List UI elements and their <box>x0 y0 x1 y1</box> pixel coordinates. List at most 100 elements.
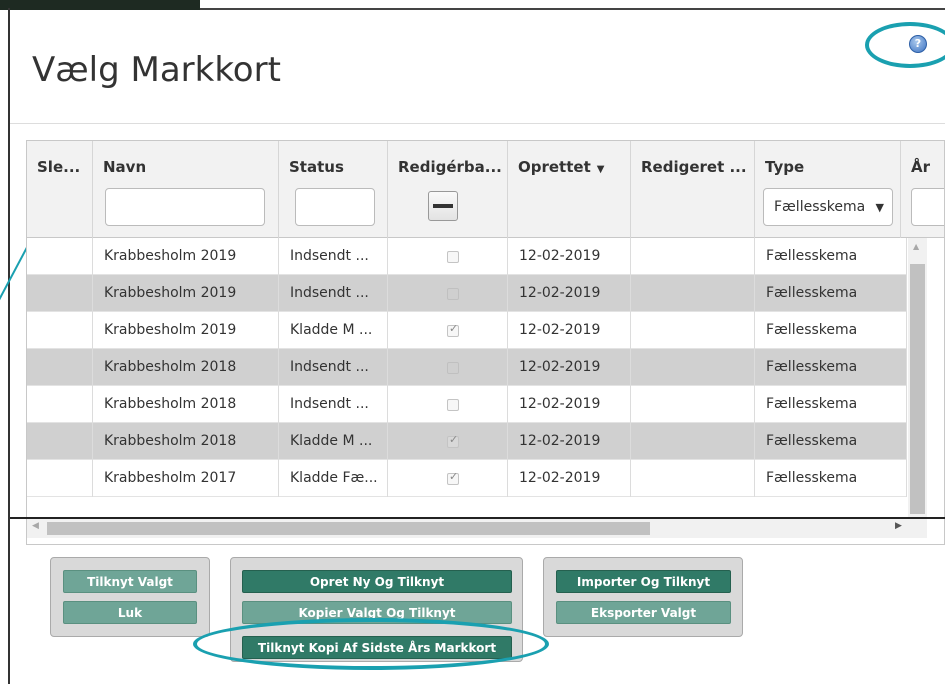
opret-ny-button[interactable]: Opret Ny Og Tilknyt <box>242 570 512 593</box>
redigerbar-cell <box>388 349 508 386</box>
status-cell: Indsendt ... <box>279 386 388 423</box>
status-cell: Indsendt ... <box>279 275 388 312</box>
oprettet-cell: 12-02-2019 <box>508 460 631 497</box>
oprettet-cell: 12-02-2019 <box>508 312 631 349</box>
oprettet-cell: 12-02-2019 <box>508 349 631 386</box>
navn-cell: Krabbesholm 2019 <box>93 275 279 312</box>
table-row[interactable]: Krabbesholm 2018 Indsendt ... 12-02-2019… <box>27 349 907 386</box>
column-header-redigerbar[interactable]: Redigérba... <box>388 141 508 238</box>
eksporter-button[interactable]: Eksporter Valgt <box>556 601 731 624</box>
status-cell: Kladde Fæ... <box>279 460 388 497</box>
redigerbar-checkbox[interactable] <box>447 470 459 485</box>
navn-cell: Krabbesholm 2018 <box>93 423 279 460</box>
table-row[interactable]: Krabbesholm 2018 Indsendt ... 12-02-2019… <box>27 386 907 423</box>
navn-cell: Krabbesholm 2018 <box>93 349 279 386</box>
redigeret-cell <box>631 312 755 349</box>
column-header-type[interactable]: Type Fællesskema ▼ <box>755 141 901 238</box>
luk-button[interactable]: Luk <box>63 601 197 624</box>
redigeret-cell <box>631 349 755 386</box>
button-group-right: Importer Og Tilknyt Eksporter Valgt <box>543 557 743 637</box>
redigerbar-cell <box>388 238 508 275</box>
slet-cell[interactable] <box>27 386 93 423</box>
navn-cell: Krabbesholm 2019 <box>93 238 279 275</box>
oprettet-cell: 12-02-2019 <box>508 238 631 275</box>
button-group-left: Tilknyt Valgt Luk <box>50 557 210 637</box>
redigerbar-checkbox[interactable] <box>447 251 459 263</box>
table-row[interactable]: Krabbesholm 2018 Kladde M ... 12-02-2019… <box>27 423 907 460</box>
slet-cell[interactable] <box>27 423 93 460</box>
scroll-left-icon[interactable]: ◀ <box>32 521 39 531</box>
redigerbar-checkbox[interactable] <box>447 399 459 411</box>
type-cell: Fællesskema <box>755 386 907 423</box>
redigerbar-cell <box>388 423 508 460</box>
status-filter-input[interactable] <box>295 188 375 226</box>
type-cell: Fællesskema <box>755 423 907 460</box>
redigerbar-cell <box>388 460 508 497</box>
column-header-status[interactable]: Status <box>279 141 388 238</box>
status-cell: Indsendt ... <box>279 238 388 275</box>
slet-cell[interactable] <box>27 312 93 349</box>
navn-filter-input[interactable] <box>105 188 265 226</box>
navn-cell: Krabbesholm 2018 <box>93 386 279 423</box>
oprettet-cell: 12-02-2019 <box>508 386 631 423</box>
redigeret-cell <box>631 423 755 460</box>
slet-cell[interactable] <box>27 238 93 275</box>
scroll-right-icon[interactable]: ▶ <box>895 521 902 531</box>
vertical-scrollbar[interactable]: ▲ <box>908 238 927 518</box>
column-header-aar[interactable]: År <box>901 141 944 238</box>
type-filter-value: Fællesskema <box>774 199 866 215</box>
type-cell: Fællesskema <box>755 460 907 497</box>
table-row[interactable]: Krabbesholm 2019 Indsendt ... 12-02-2019… <box>27 275 907 312</box>
column-label: Navn <box>103 158 147 176</box>
scroll-up-icon[interactable]: ▲ <box>913 242 919 251</box>
window-top-border <box>200 8 945 10</box>
horizontal-scrollbar[interactable]: ◀ ▶ <box>27 519 927 538</box>
slet-cell[interactable] <box>27 460 93 497</box>
type-cell: Fællesskema <box>755 275 907 312</box>
navn-cell: Krabbesholm 2019 <box>93 312 279 349</box>
importer-button[interactable]: Importer Og Tilknyt <box>556 570 731 593</box>
table-row[interactable]: Krabbesholm 2019 Kladde M ... 12-02-2019… <box>27 312 907 349</box>
oprettet-cell: 12-02-2019 <box>508 423 631 460</box>
slet-cell[interactable] <box>27 275 93 312</box>
oprettet-cell: 12-02-2019 <box>508 275 631 312</box>
aar-filter-input[interactable] <box>911 188 944 226</box>
redigeret-cell <box>631 460 755 497</box>
column-label: Status <box>289 158 344 176</box>
status-cell: Kladde M ... <box>279 312 388 349</box>
table-row[interactable]: Krabbesholm 2017 Kladde Fæ... 12-02-2019… <box>27 460 907 497</box>
redigerbar-checkbox[interactable] <box>447 362 459 374</box>
column-label: Sle... <box>37 158 81 176</box>
redigerbar-cell <box>388 312 508 349</box>
grid-header: Sle... Navn Status Redigérba... Oprettet… <box>27 141 944 238</box>
sort-desc-icon[interactable]: ▼ <box>597 164 605 175</box>
type-cell: Fællesskema <box>755 238 907 275</box>
tilknyt-kopi-highlight-ring <box>193 618 549 670</box>
column-header-redigeret[interactable]: Redigeret ... <box>631 141 755 238</box>
vertical-scroll-thumb[interactable] <box>910 264 925 514</box>
dialog-title: Vælg Markkort <box>32 50 281 90</box>
redigerbar-filter-checkbox[interactable] <box>428 191 458 221</box>
horizontal-scroll-thumb[interactable] <box>47 522 650 535</box>
type-filter-select[interactable]: Fællesskema ▼ <box>763 188 893 226</box>
slet-cell[interactable] <box>27 349 93 386</box>
status-cell: Indsendt ... <box>279 349 388 386</box>
redigeret-cell <box>631 386 755 423</box>
column-header-oprettet[interactable]: Oprettet ▼ <box>508 141 631 238</box>
table-row[interactable]: Krabbesholm 2019 Indsendt ... 12-02-2019… <box>27 238 907 275</box>
type-cell: Fællesskema <box>755 349 907 386</box>
column-header-navn[interactable]: Navn <box>93 141 279 238</box>
overlay-divider <box>10 517 945 519</box>
column-label: Redigeret ... <box>641 158 747 176</box>
redigerbar-checkbox[interactable] <box>447 433 459 448</box>
tilknyt-valgt-button[interactable]: Tilknyt Valgt <box>63 570 197 593</box>
markkort-grid: Sle... Navn Status Redigérba... Oprettet… <box>26 140 945 545</box>
title-divider <box>10 123 945 124</box>
column-header-slet[interactable]: Sle... <box>27 141 93 238</box>
status-cell: Kladde M ... <box>279 423 388 460</box>
window-top-bar <box>0 0 200 10</box>
redigerbar-checkbox[interactable] <box>447 288 459 300</box>
column-label: Redigérba... <box>398 158 502 176</box>
redigerbar-cell <box>388 275 508 312</box>
redigerbar-checkbox[interactable] <box>447 322 459 337</box>
